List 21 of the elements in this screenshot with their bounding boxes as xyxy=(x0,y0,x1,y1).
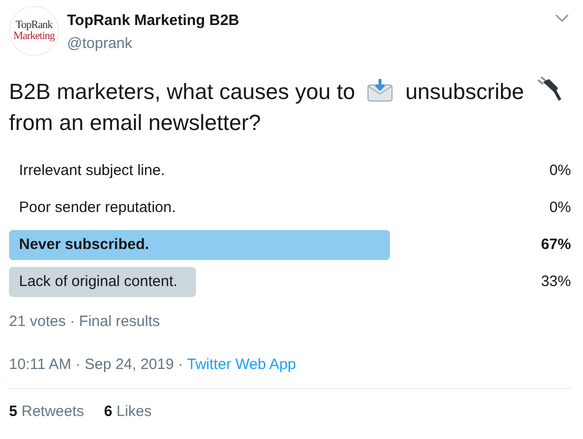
envelope-icon xyxy=(367,78,394,102)
plug-icon xyxy=(536,76,562,102)
poll-percent: 0% xyxy=(549,199,571,217)
poll-summary: 21 votes · Final results xyxy=(9,312,160,332)
tweet-text: unsubscribe xyxy=(405,79,524,104)
stat-count[interactable]: 5 Retweets xyxy=(9,401,84,424)
poll-option-label: Irrelevant subject line. xyxy=(19,162,165,180)
poll-option-label: Never subscribed. xyxy=(19,236,150,254)
caret-icon[interactable] xyxy=(555,14,569,22)
tweet-timestamp: 10:11 AM · Sep 24, 2019 · xyxy=(9,354,184,374)
poll-option-label: Lack of original content. xyxy=(19,273,178,291)
poll-percent: 67% xyxy=(540,236,571,254)
tweet-text: from an email newsletter? xyxy=(9,110,261,135)
stat-count[interactable]: 6 Likes xyxy=(104,401,152,424)
author-name[interactable]: TopRank Marketing B2B xyxy=(67,10,240,32)
poll-percent: 0% xyxy=(549,162,571,180)
tweet-text: B2B marketers, what causes you to xyxy=(9,79,356,104)
author-handle[interactable]: @toprank xyxy=(67,32,240,55)
avatar-logo[interactable]: TopRank Marketing xyxy=(9,6,59,56)
poll-option-label: Poor sender reputation. xyxy=(19,199,176,217)
poll-percent: 33% xyxy=(540,273,571,291)
